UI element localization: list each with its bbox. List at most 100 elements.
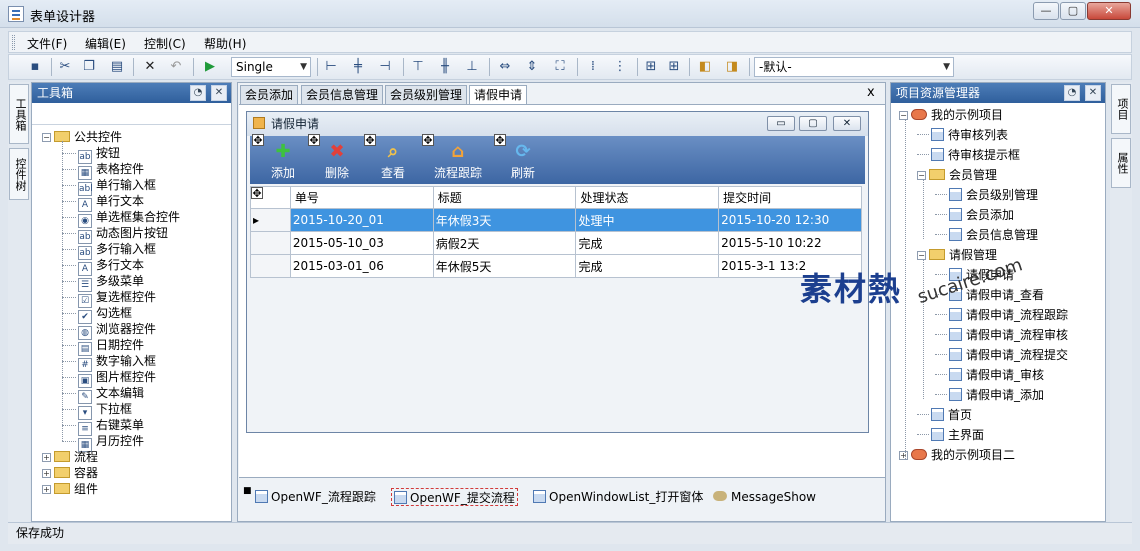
- undo-icon[interactable]: ↶: [168, 59, 184, 75]
- toolbox-item[interactable]: # 数字输入框: [78, 353, 156, 372]
- side-tab-project[interactable]: 项目: [1111, 84, 1131, 134]
- cell-title[interactable]: 年休假3天: [432, 208, 577, 232]
- toolbox-item[interactable]: ▤ 日期控件: [78, 337, 144, 356]
- toolbox-item[interactable]: ab 按钮: [78, 145, 120, 164]
- expand-icon[interactable]: +: [42, 469, 51, 478]
- component-message-show[interactable]: MessageShow: [713, 488, 816, 506]
- pin-icon[interactable]: ◔: [190, 85, 206, 101]
- cell-title[interactable]: 病假2天: [432, 231, 577, 255]
- column-header-title[interactable]: 标题: [432, 186, 577, 209]
- toolbox-item[interactable]: ab 多行输入框: [78, 241, 156, 260]
- same-size-icon[interactable]: ⛶: [552, 59, 568, 75]
- column-header-time[interactable]: 提交时间: [718, 186, 862, 209]
- move-handle-icon[interactable]: ✥: [494, 134, 506, 147]
- project-node[interactable]: − 会员管理: [917, 167, 997, 183]
- component-open-window-list[interactable]: OpenWindowList_打开窗体: [533, 488, 703, 506]
- align-middle-icon[interactable]: ╫: [437, 59, 453, 75]
- form-window[interactable]: 请假申请 ▭ ▢ ✕ ✚ 添加 ✖ 删除 ⌕ 查看 ⌂ 流程跟踪 ⟳ 刷新 ✥ …: [246, 111, 869, 433]
- align-left-icon[interactable]: ⊢: [323, 59, 339, 75]
- project-node[interactable]: 主界面: [917, 427, 984, 443]
- toolbox-item[interactable]: ▦ 表格控件: [78, 161, 144, 180]
- style-select[interactable]: -默认- ▼: [754, 57, 954, 77]
- same-width-icon[interactable]: ⇔: [497, 59, 513, 75]
- component-openwf-track[interactable]: OpenWF_流程跟踪: [255, 488, 376, 506]
- form-maximize-button[interactable]: ▢: [799, 116, 827, 131]
- cell-time[interactable]: 2015-10-20 12:30: [718, 208, 862, 232]
- toolbox-item[interactable]: ▾ 下拉框: [78, 401, 132, 420]
- table-row[interactable]: 2015-03-01_06 年休假5天 完成 2015-3-1 13:2: [250, 254, 862, 278]
- align-right-icon[interactable]: ⊣: [377, 59, 393, 75]
- side-tab-control-tree[interactable]: 控件树: [9, 148, 29, 200]
- toolbox-item[interactable]: ab 动态图片按钮: [78, 225, 168, 244]
- tab-member-info[interactable]: 会员信息管理: [301, 85, 384, 104]
- cut-icon[interactable]: ✂: [57, 59, 73, 75]
- project-node[interactable]: 首页: [917, 407, 972, 423]
- tab-leave-request[interactable]: 请假申请: [469, 85, 528, 105]
- toolbox-item[interactable]: A 单行文本: [78, 193, 144, 212]
- tab-member-add[interactable]: 会员添加: [240, 85, 299, 104]
- toolbox-group[interactable]: + 组件: [42, 481, 98, 497]
- side-tab-toolbox[interactable]: 工具箱: [9, 84, 29, 144]
- v-spacing-icon[interactable]: ⋮: [612, 59, 628, 75]
- project-node[interactable]: 请假申请_添加: [935, 387, 1044, 403]
- side-tab-properties[interactable]: 属性: [1111, 138, 1131, 188]
- project-node[interactable]: 待审核提示框: [917, 147, 1020, 163]
- copy-icon[interactable]: ❐: [81, 59, 97, 75]
- grid-corner[interactable]: ✥: [250, 186, 291, 209]
- close-button[interactable]: ✕: [1087, 2, 1131, 20]
- flow-track-button[interactable]: ⌂ 流程跟踪: [428, 140, 488, 181]
- align-center-icon[interactable]: ╪: [350, 59, 366, 75]
- delete-icon[interactable]: ✕: [142, 59, 158, 75]
- toolbox-group[interactable]: − 公共控件: [42, 129, 122, 145]
- delete-button[interactable]: ✖ 删除: [314, 140, 360, 181]
- toolbox-item[interactable]: ✔ 勾选框: [78, 305, 132, 324]
- expand-icon[interactable]: +: [42, 485, 51, 494]
- align-bottom-icon[interactable]: ⊥: [464, 59, 480, 75]
- toolbox-item[interactable]: ☑ 复选框控件: [78, 289, 156, 308]
- table-row[interactable]: 2015-05-10_03 病假2天 完成 2015-5-10 10:22: [250, 231, 862, 255]
- move-handle-icon[interactable]: ✥: [364, 134, 376, 147]
- close-icon[interactable]: ✕: [1085, 85, 1101, 101]
- toolbox-group[interactable]: + 容器: [42, 465, 98, 481]
- component-openwf-submit[interactable]: OpenWF_提交流程: [391, 488, 518, 506]
- project-node[interactable]: 会员添加: [935, 207, 1014, 223]
- toolbox-item[interactable]: A 多行文本: [78, 257, 144, 276]
- project-node[interactable]: + 我的示例项目二: [899, 447, 1015, 463]
- maximize-button[interactable]: ▢: [1060, 2, 1086, 20]
- collapse-icon[interactable]: −: [917, 251, 926, 260]
- menu-edit[interactable]: 编辑(E): [85, 35, 126, 52]
- collapse-icon[interactable]: −: [899, 111, 908, 120]
- tab-member-level[interactable]: 会员级别管理: [385, 85, 468, 104]
- project-node[interactable]: 待审核列表: [917, 127, 1008, 143]
- menu-control[interactable]: 控制(C): [144, 35, 186, 52]
- minimize-button[interactable]: —: [1033, 2, 1059, 20]
- expand-icon[interactable]: +: [42, 453, 51, 462]
- cell-title[interactable]: 年休假5天: [432, 254, 577, 278]
- cell-status[interactable]: 处理中: [575, 208, 720, 232]
- collapse-icon[interactable]: −: [42, 133, 51, 142]
- form-minimize-button[interactable]: ▭: [767, 116, 795, 131]
- close-doc-icon[interactable]: x: [867, 85, 875, 100]
- cell-number[interactable]: 2015-10-20_01: [289, 208, 434, 232]
- bring-front-icon[interactable]: ◧: [697, 59, 713, 75]
- cell-number[interactable]: 2015-03-01_06: [289, 254, 434, 278]
- cell-time[interactable]: 2015-5-10 10:22: [718, 231, 862, 255]
- toolbox-group[interactable]: + 流程: [42, 449, 98, 465]
- design-canvas[interactable]: 请假申请 ▭ ▢ ✕ ✚ 添加 ✖ 删除 ⌕ 查看 ⌂ 流程跟踪 ⟳ 刷新 ✥ …: [239, 104, 885, 494]
- project-node[interactable]: 会员级别管理: [935, 187, 1038, 203]
- toolbox-item[interactable]: ✎ 文本编辑: [78, 385, 144, 404]
- project-node[interactable]: 请假申请: [935, 267, 1014, 283]
- toolbox-item[interactable]: ◉ 单选框集合控件: [78, 209, 180, 228]
- move-handle-icon[interactable]: ✥: [422, 134, 434, 147]
- center-vertical-icon[interactable]: ⊞: [666, 59, 682, 75]
- menu-help[interactable]: 帮助(H): [204, 35, 246, 52]
- project-node[interactable]: 请假申请_审核: [935, 367, 1044, 383]
- toolbox-item[interactable]: ▦ 月历控件: [78, 433, 144, 452]
- view-button[interactable]: ⌕ 查看: [370, 140, 416, 181]
- run-icon[interactable]: ▶: [202, 59, 218, 75]
- collapse-icon[interactable]: −: [917, 171, 926, 180]
- project-node[interactable]: 请假申请_流程跟踪: [935, 307, 1068, 323]
- project-node[interactable]: 会员信息管理: [935, 227, 1038, 243]
- add-button[interactable]: ✚ 添加: [260, 140, 306, 181]
- pin-icon[interactable]: ◔: [1064, 85, 1080, 101]
